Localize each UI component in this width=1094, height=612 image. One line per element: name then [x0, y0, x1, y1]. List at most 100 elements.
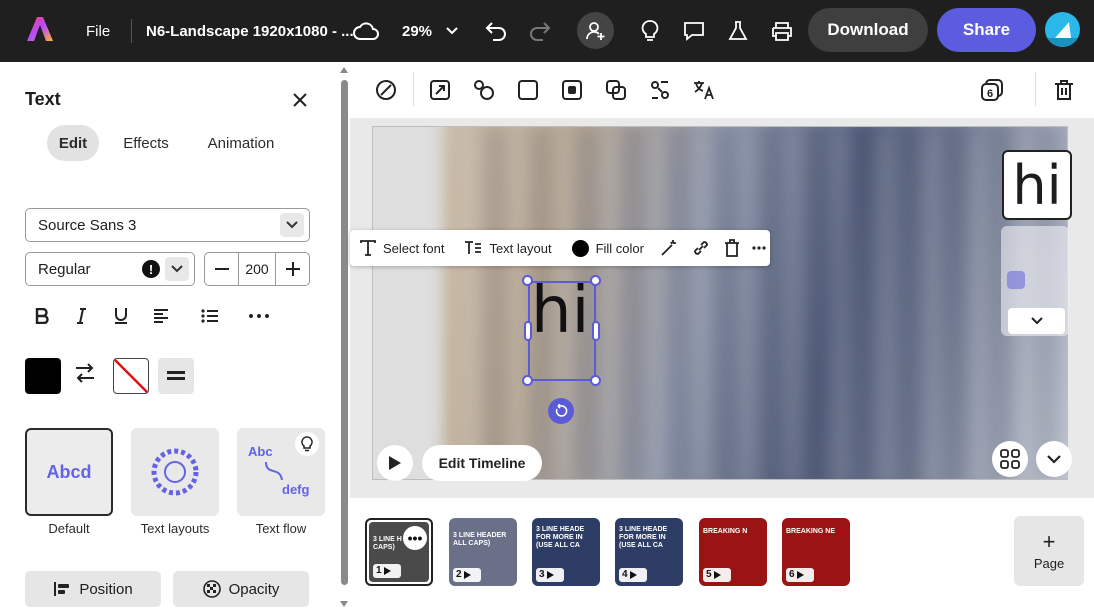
- scroll-up-icon[interactable]: [340, 67, 348, 73]
- frame-icon[interactable]: [514, 76, 542, 104]
- chevron-down-icon[interactable]: [280, 213, 304, 237]
- page-caption: 3 LINE HEADER ALL CAPS): [453, 532, 507, 548]
- chevron-down-icon[interactable]: [165, 257, 189, 281]
- grid-view-icon[interactable]: [992, 441, 1028, 477]
- tab-animation[interactable]: Animation: [196, 125, 286, 161]
- resize-handle[interactable]: [522, 375, 533, 386]
- page-strip: 3 LINE H ALL CAPS) 1 ••• 3 LINE HEADER A…: [350, 498, 1094, 612]
- tab-effects[interactable]: Effects: [113, 125, 179, 161]
- play-button[interactable]: [377, 445, 413, 481]
- swap-colors-icon[interactable]: [72, 361, 102, 391]
- artboard[interactable]: [372, 126, 1068, 480]
- page-thumbnail-5[interactable]: BREAKING N 5: [699, 518, 767, 586]
- circular-text-icon: [151, 448, 199, 496]
- layers-icon[interactable]: 6: [978, 76, 1006, 104]
- select-font-button[interactable]: Select font: [360, 240, 444, 256]
- text-properties-panel: Text Edit Effects Animation Source Sans …: [0, 62, 338, 612]
- scroll-thumb[interactable]: [341, 80, 348, 585]
- font-family-dropdown[interactable]: Source Sans 3: [25, 208, 310, 242]
- undo-icon[interactable]: [481, 16, 511, 46]
- resize-handle[interactable]: [590, 275, 601, 286]
- text-preview-thumbnail[interactable]: hi: [1002, 150, 1072, 220]
- flask-icon[interactable]: [724, 16, 752, 46]
- lightbulb-icon[interactable]: [636, 16, 664, 46]
- outline-color-none-swatch[interactable]: [113, 358, 149, 394]
- zoom-level[interactable]: 29%: [402, 20, 432, 42]
- fill-color-label: Fill color: [595, 240, 644, 256]
- scroll-down-icon[interactable]: [340, 601, 348, 607]
- printer-icon[interactable]: [768, 16, 796, 46]
- selection-box[interactable]: [528, 281, 596, 381]
- warning-icon[interactable]: !: [142, 260, 160, 278]
- page-thumbnail-1[interactable]: 3 LINE H ALL CAPS) 1 •••: [365, 518, 433, 586]
- link-icon[interactable]: [692, 239, 710, 257]
- text-layout-button[interactable]: Text layout: [464, 240, 552, 256]
- page-caption: 3 LINE HEADE FOR MORE IN (USE ALL CA: [536, 526, 585, 550]
- italic-icon[interactable]: [68, 302, 96, 330]
- underline-icon[interactable]: [107, 302, 135, 330]
- style-icon[interactable]: [1006, 270, 1026, 290]
- duplicate-icon[interactable]: [602, 76, 630, 104]
- chevron-down-icon[interactable]: [442, 20, 462, 42]
- panel-scrollbar[interactable]: [339, 62, 349, 612]
- more-options-icon[interactable]: [245, 302, 273, 330]
- text-style-flow-label: Text flow: [255, 521, 307, 536]
- decrease-size-button[interactable]: [205, 253, 238, 285]
- shapes-icon[interactable]: [470, 76, 498, 104]
- opacity-button[interactable]: Opacity: [173, 571, 309, 607]
- font-size-stepper[interactable]: 200: [204, 252, 310, 286]
- page-thumbnail-4[interactable]: 3 LINE HEADE FOR MORE IN (USE ALL CA 4: [615, 518, 683, 586]
- bold-icon[interactable]: [28, 302, 56, 330]
- invite-user-button[interactable]: [577, 12, 614, 49]
- divider: [131, 19, 132, 43]
- resize-icon[interactable]: [426, 76, 454, 104]
- edit-image-icon[interactable]: [372, 76, 400, 104]
- increase-size-button[interactable]: [276, 253, 309, 285]
- lightbulb-icon[interactable]: [295, 432, 319, 456]
- translate-icon[interactable]: [690, 76, 718, 104]
- animate-icon[interactable]: [646, 76, 674, 104]
- trash-icon[interactable]: [724, 239, 740, 257]
- page-thumbnail-6[interactable]: BREAKING NE 6: [782, 518, 850, 586]
- page-thumbnail-2[interactable]: 3 LINE HEADER ALL CAPS) 2: [449, 518, 517, 586]
- resize-handle[interactable]: [524, 321, 532, 341]
- mask-icon[interactable]: [558, 76, 586, 104]
- comment-icon[interactable]: [680, 16, 708, 46]
- cloud-sync-icon[interactable]: [352, 18, 380, 44]
- chevron-down-icon[interactable]: [1036, 441, 1072, 477]
- redo-icon[interactable]: [525, 16, 555, 46]
- adobe-express-logo-icon[interactable]: [25, 14, 55, 44]
- rotate-handle-icon[interactable]: [548, 398, 574, 424]
- align-left-icon[interactable]: [147, 302, 175, 330]
- text-style-default-card[interactable]: Abcd: [25, 428, 113, 516]
- position-button[interactable]: Position: [25, 571, 161, 607]
- share-button[interactable]: Share: [937, 8, 1036, 52]
- add-page-button[interactable]: + Page: [1014, 516, 1084, 586]
- tab-edit[interactable]: Edit: [47, 125, 99, 161]
- page-thumbnail-3[interactable]: 3 LINE HEADE FOR MORE IN (USE ALL CA 3: [532, 518, 600, 586]
- resize-handle[interactable]: [592, 321, 600, 341]
- trash-icon[interactable]: [1050, 76, 1078, 104]
- text-style-layouts-card[interactable]: [131, 428, 219, 516]
- font-size-input[interactable]: 200: [238, 253, 276, 285]
- stroke-width-icon[interactable]: [158, 358, 194, 394]
- font-weight-dropdown[interactable]: Regular !: [25, 252, 195, 286]
- close-icon[interactable]: [289, 89, 311, 111]
- avatar[interactable]: [1045, 12, 1080, 47]
- resize-handle[interactable]: [522, 275, 533, 286]
- page-thumbnail-image: 3 LINE HEADE FOR MORE IN (USE ALL CA 3: [532, 518, 600, 586]
- fill-color-swatch[interactable]: [25, 358, 61, 394]
- edit-timeline-button[interactable]: Edit Timeline: [422, 445, 542, 481]
- fill-color-dot: [571, 239, 589, 257]
- download-button[interactable]: Download: [808, 8, 928, 52]
- document-title[interactable]: N6-Landscape 1920x1080 - ...: [146, 20, 354, 42]
- fill-color-button[interactable]: Fill color: [571, 239, 644, 257]
- magic-icon[interactable]: [660, 239, 678, 257]
- bullet-list-icon[interactable]: [196, 302, 224, 330]
- more-options-icon[interactable]: •••: [403, 526, 427, 550]
- resize-handle[interactable]: [590, 375, 601, 386]
- more-options-icon[interactable]: [752, 246, 766, 250]
- chevron-down-icon[interactable]: [1008, 308, 1065, 334]
- opacity-label: Opacity: [228, 580, 280, 598]
- file-menu[interactable]: File: [86, 20, 110, 42]
